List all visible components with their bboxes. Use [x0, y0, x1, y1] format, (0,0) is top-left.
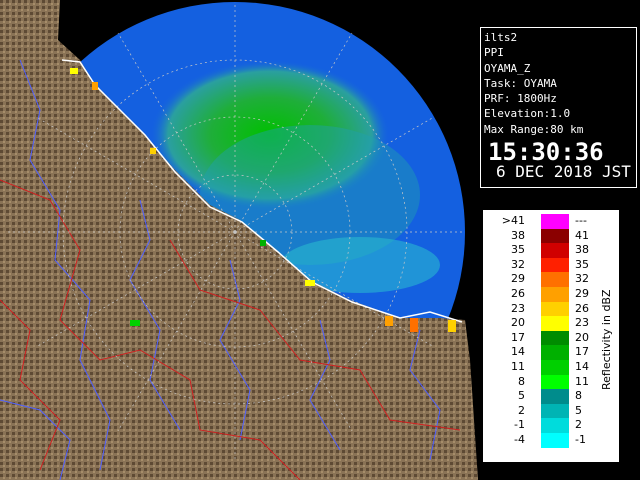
legend-high-value: 20: [575, 330, 589, 344]
legend-high-value: 41: [575, 228, 589, 242]
legend-row: 32 35: [483, 257, 613, 273]
legend-color-swatch: [541, 214, 569, 229]
legend-low-value: -1: [514, 418, 525, 432]
prf-value: PRF: 1800Hz: [484, 92, 557, 106]
legend-title: Reflectivity in dBZ: [600, 289, 613, 391]
legend-row: 11 14: [483, 360, 613, 375]
legend-high-value: 5: [575, 403, 582, 417]
legend-row: 38 41: [483, 228, 613, 244]
legend-high-value: 26: [575, 301, 589, 315]
legend-color-swatch: [541, 316, 569, 331]
product-type: PPI: [484, 46, 504, 60]
legend-low-value: 23: [511, 301, 525, 315]
elevation-value: Elevation:1.0: [484, 107, 571, 121]
legend-high-value: 23: [575, 316, 589, 330]
legend-color-swatch: [541, 301, 569, 317]
legend-color-swatch: [541, 330, 569, 346]
radar-name: ilts2: [484, 31, 518, 44]
legend-color-swatch: [541, 360, 569, 375]
legend-low-value: 11: [511, 360, 525, 373]
legend-row: 58: [483, 389, 613, 404]
legend-high-value: 14: [575, 360, 589, 373]
legend-high-value: 35: [575, 257, 589, 271]
legend-low-value: 38: [511, 228, 525, 242]
legend-low-value: 29: [511, 272, 525, 286]
scan-date: 6 DEC 2018 JST: [496, 162, 631, 182]
legend-row: 29 32: [483, 272, 613, 287]
legend-color-swatch: [541, 418, 569, 433]
scan-time: 15:30:36: [488, 138, 604, 167]
legend-high-value: 32: [575, 272, 589, 286]
legend-low-value: 8: [518, 374, 525, 388]
legend-row: 8 11: [483, 374, 613, 390]
legend-row: 35 38: [483, 243, 613, 258]
legend-low-value: >41: [501, 214, 525, 227]
legend-low-value: 5: [518, 389, 525, 403]
legend-high-value: 38: [575, 243, 589, 257]
legend-color-swatch: [541, 228, 569, 244]
legend-low-value: 17: [511, 330, 525, 344]
legend-low-value: 35: [511, 243, 525, 257]
legend-low-value: 26: [511, 287, 525, 300]
legend-row: >41 ---: [483, 214, 613, 229]
legend-low-value: 2: [518, 403, 525, 417]
legend-row: 20 23: [483, 316, 613, 331]
legend-color-swatch: [541, 257, 569, 273]
legend-color-swatch: [541, 243, 569, 258]
legend-high-value: 8: [575, 389, 582, 403]
legend-row: -1 2: [483, 418, 613, 433]
legend-high-value: 11: [575, 374, 589, 388]
legend-color-swatch: [541, 433, 569, 448]
max-range-value: Max Range:80 km: [484, 122, 584, 136]
legend-color-swatch: [541, 345, 569, 360]
legend-row: 23 26: [483, 301, 613, 317]
task-name: Task: OYAMA: [484, 76, 557, 90]
legend-color-swatch: [541, 272, 569, 287]
legend-row: 14 17: [483, 345, 613, 360]
legend-color-swatch: [541, 389, 569, 404]
legend-high-value: 17: [575, 345, 589, 359]
legend-color-swatch: [541, 287, 569, 302]
product-name: OYAMA_Z: [484, 61, 531, 75]
legend-color-swatch: [541, 374, 569, 390]
legend-low-value: 32: [511, 257, 525, 271]
legend-color-swatch: [541, 403, 569, 419]
legend-row: 17 20: [483, 330, 613, 346]
legend-low-value: 14: [511, 345, 525, 359]
legend-low-value: 20: [511, 316, 525, 330]
legend-high-value: ---: [575, 214, 587, 227]
legend-low-value: -4: [514, 433, 525, 446]
legend-row: 25: [483, 403, 613, 419]
legend-high-value: -1: [575, 433, 586, 446]
legend-high-value: 2: [575, 418, 582, 432]
legend-row: 26 29: [483, 287, 613, 302]
legend-row: -4 -1: [483, 433, 613, 448]
legend-high-value: 29: [575, 287, 589, 300]
radar-info-panel: ilts2 PPI OYAMA_Z Task: OYAMA PRF: 1800H…: [480, 27, 637, 188]
